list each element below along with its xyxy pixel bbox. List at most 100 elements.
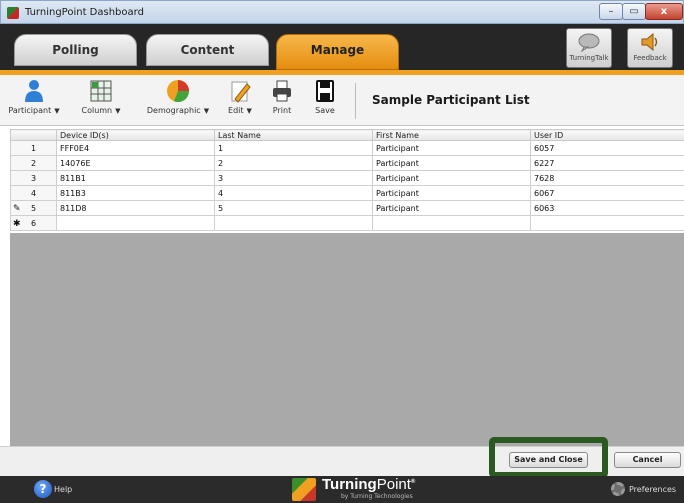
table-row[interactable]: 1 FFF0E4 1 Participant 6057 (10, 140, 684, 156)
first-name-cell[interactable] (372, 215, 531, 231)
table-row[interactable]: 3 811B1 3 Participant 7628 (10, 170, 684, 186)
row-number: ✱ 6 (10, 215, 57, 231)
table-row[interactable]: 4 811B3 4 Participant 6067 (10, 185, 684, 201)
first-name-cell[interactable]: Participant (372, 155, 531, 171)
table-header-row: Device ID(s) Last Name First Name User I… (10, 129, 684, 141)
minimize-button[interactable]: – (599, 3, 623, 20)
column-header-device-id[interactable]: Device ID(s) (56, 129, 215, 141)
demographic-label: Demographic (146, 106, 201, 115)
turningtalk-label: TurningTalk (569, 54, 609, 62)
last-name-cell[interactable]: 4 (214, 185, 373, 201)
toolbar-divider (355, 83, 356, 119)
save-button[interactable]: Save (311, 79, 339, 115)
device-id-cell[interactable]: 811B3 (56, 185, 215, 201)
first-name-cell[interactable]: Participant (372, 170, 531, 186)
row-number: 3 (10, 170, 57, 186)
maximize-button[interactable]: ▭ (622, 3, 646, 20)
row-number: 2 (10, 155, 57, 171)
new-row-icon: ✱ (12, 218, 21, 229)
print-button[interactable]: Print (268, 79, 296, 115)
first-name-cell[interactable]: Participant (372, 200, 531, 216)
chat-bubble-icon (578, 33, 600, 52)
edit-row-icon: ✎ (12, 203, 21, 214)
user-id-cell[interactable]: 6063 (530, 200, 684, 216)
close-button[interactable]: x (645, 3, 683, 20)
window-title: TurningPoint Dashboard (25, 7, 144, 18)
grid-icon (90, 80, 112, 102)
cancel-button[interactable]: Cancel (614, 452, 681, 468)
tab-content[interactable]: Content (146, 34, 269, 66)
tab-strip: Polling Content Manage TurningTalk Feedb… (0, 24, 684, 70)
floppy-disk-icon (316, 80, 334, 102)
person-icon (25, 80, 43, 102)
title-bar: TurningPoint Dashboard – ▭ x (0, 0, 684, 24)
row-number-text: 6 (30, 218, 37, 228)
user-id-cell[interactable]: 7628 (530, 170, 684, 186)
row-number: 1 (10, 140, 57, 156)
help-icon[interactable]: ? (34, 480, 52, 498)
column-menu-button[interactable]: Column ▼ (74, 79, 128, 115)
last-name-cell[interactable] (214, 215, 373, 231)
save-label: Save (315, 106, 335, 115)
tab-polling[interactable]: Polling (14, 34, 137, 66)
footer: ? Help TurningPoint® by Turning Technolo… (0, 476, 684, 503)
logo-bold: Turning (322, 476, 377, 493)
chevron-down-icon: ▼ (54, 107, 60, 115)
edit-menu-button[interactable]: Edit ▼ (222, 79, 258, 115)
device-id-cell[interactable]: FFF0E4 (56, 140, 215, 156)
feedback-button[interactable]: Feedback (627, 28, 673, 68)
row-number-header (10, 129, 57, 141)
device-id-cell[interactable]: 811D8 (56, 200, 215, 216)
pencil-icon (231, 81, 251, 103)
printer-icon (273, 80, 291, 102)
participant-menu-button[interactable]: Participant ▼ (8, 79, 60, 115)
list-title: Sample Participant List (372, 93, 530, 107)
first-name-cell[interactable]: Participant (372, 185, 531, 201)
toolbar: Participant ▼ Column ▼ Demographic ▼ Edit ▼ … (0, 75, 684, 126)
row-number: 4 (10, 185, 57, 201)
speaker-icon (641, 32, 658, 52)
demographic-menu-button[interactable]: Demographic ▼ (144, 79, 212, 115)
user-id-cell[interactable]: 6067 (530, 185, 684, 201)
table-row-new[interactable]: ✱ 6 (10, 215, 684, 231)
pie-chart-icon (167, 80, 190, 103)
column-header-user-id[interactable]: User ID (530, 129, 684, 141)
device-id-cell[interactable]: 811B1 (56, 170, 215, 186)
logo-subtitle: by Turning Technologies (341, 493, 413, 500)
chevron-down-icon: ▼ (115, 107, 121, 115)
last-name-cell[interactable]: 2 (214, 155, 373, 171)
participant-table: Device ID(s) Last Name First Name User I… (10, 129, 684, 231)
turningpoint-logo-icon (292, 478, 316, 501)
table-row[interactable]: 2 14076E 2 Participant 6227 (10, 155, 684, 171)
participant-label: Participant (8, 106, 52, 115)
column-label: Column (81, 106, 113, 115)
gear-icon[interactable] (611, 482, 625, 496)
preferences-link[interactable]: Preferences (629, 485, 676, 494)
last-name-cell[interactable]: 1 (214, 140, 373, 156)
tab-manage[interactable]: Manage (276, 34, 399, 70)
user-id-cell[interactable]: 6057 (530, 140, 684, 156)
turningpoint-logo-text: TurningPoint® (322, 476, 415, 493)
empty-grid-area (10, 233, 684, 446)
device-id-cell[interactable]: 14076E (56, 155, 215, 171)
app-icon (7, 7, 19, 19)
chevron-down-icon: ▼ (203, 107, 210, 115)
last-name-cell[interactable]: 5 (214, 200, 373, 216)
column-header-first-name[interactable]: First Name (372, 129, 531, 141)
chevron-down-icon: ▼ (246, 107, 252, 115)
help-link[interactable]: Help (54, 485, 72, 494)
column-header-last-name[interactable]: Last Name (214, 129, 373, 141)
edit-label: Edit (228, 106, 244, 115)
logo-light: Point (376, 476, 411, 493)
print-label: Print (272, 106, 292, 115)
user-id-cell[interactable] (530, 215, 684, 231)
first-name-cell[interactable]: Participant (372, 140, 531, 156)
device-id-cell[interactable] (56, 215, 215, 231)
turningtalk-button[interactable]: TurningTalk (566, 28, 612, 68)
last-name-cell[interactable]: 3 (214, 170, 373, 186)
save-and-close-button[interactable]: Save and Close (509, 452, 588, 468)
row-number: ✎ 5 (10, 200, 57, 216)
table-row[interactable]: ✎ 5 811D8 5 Participant 6063 (10, 200, 684, 216)
user-id-cell[interactable]: 6227 (530, 155, 684, 171)
logo-trademark: ® (410, 479, 416, 485)
